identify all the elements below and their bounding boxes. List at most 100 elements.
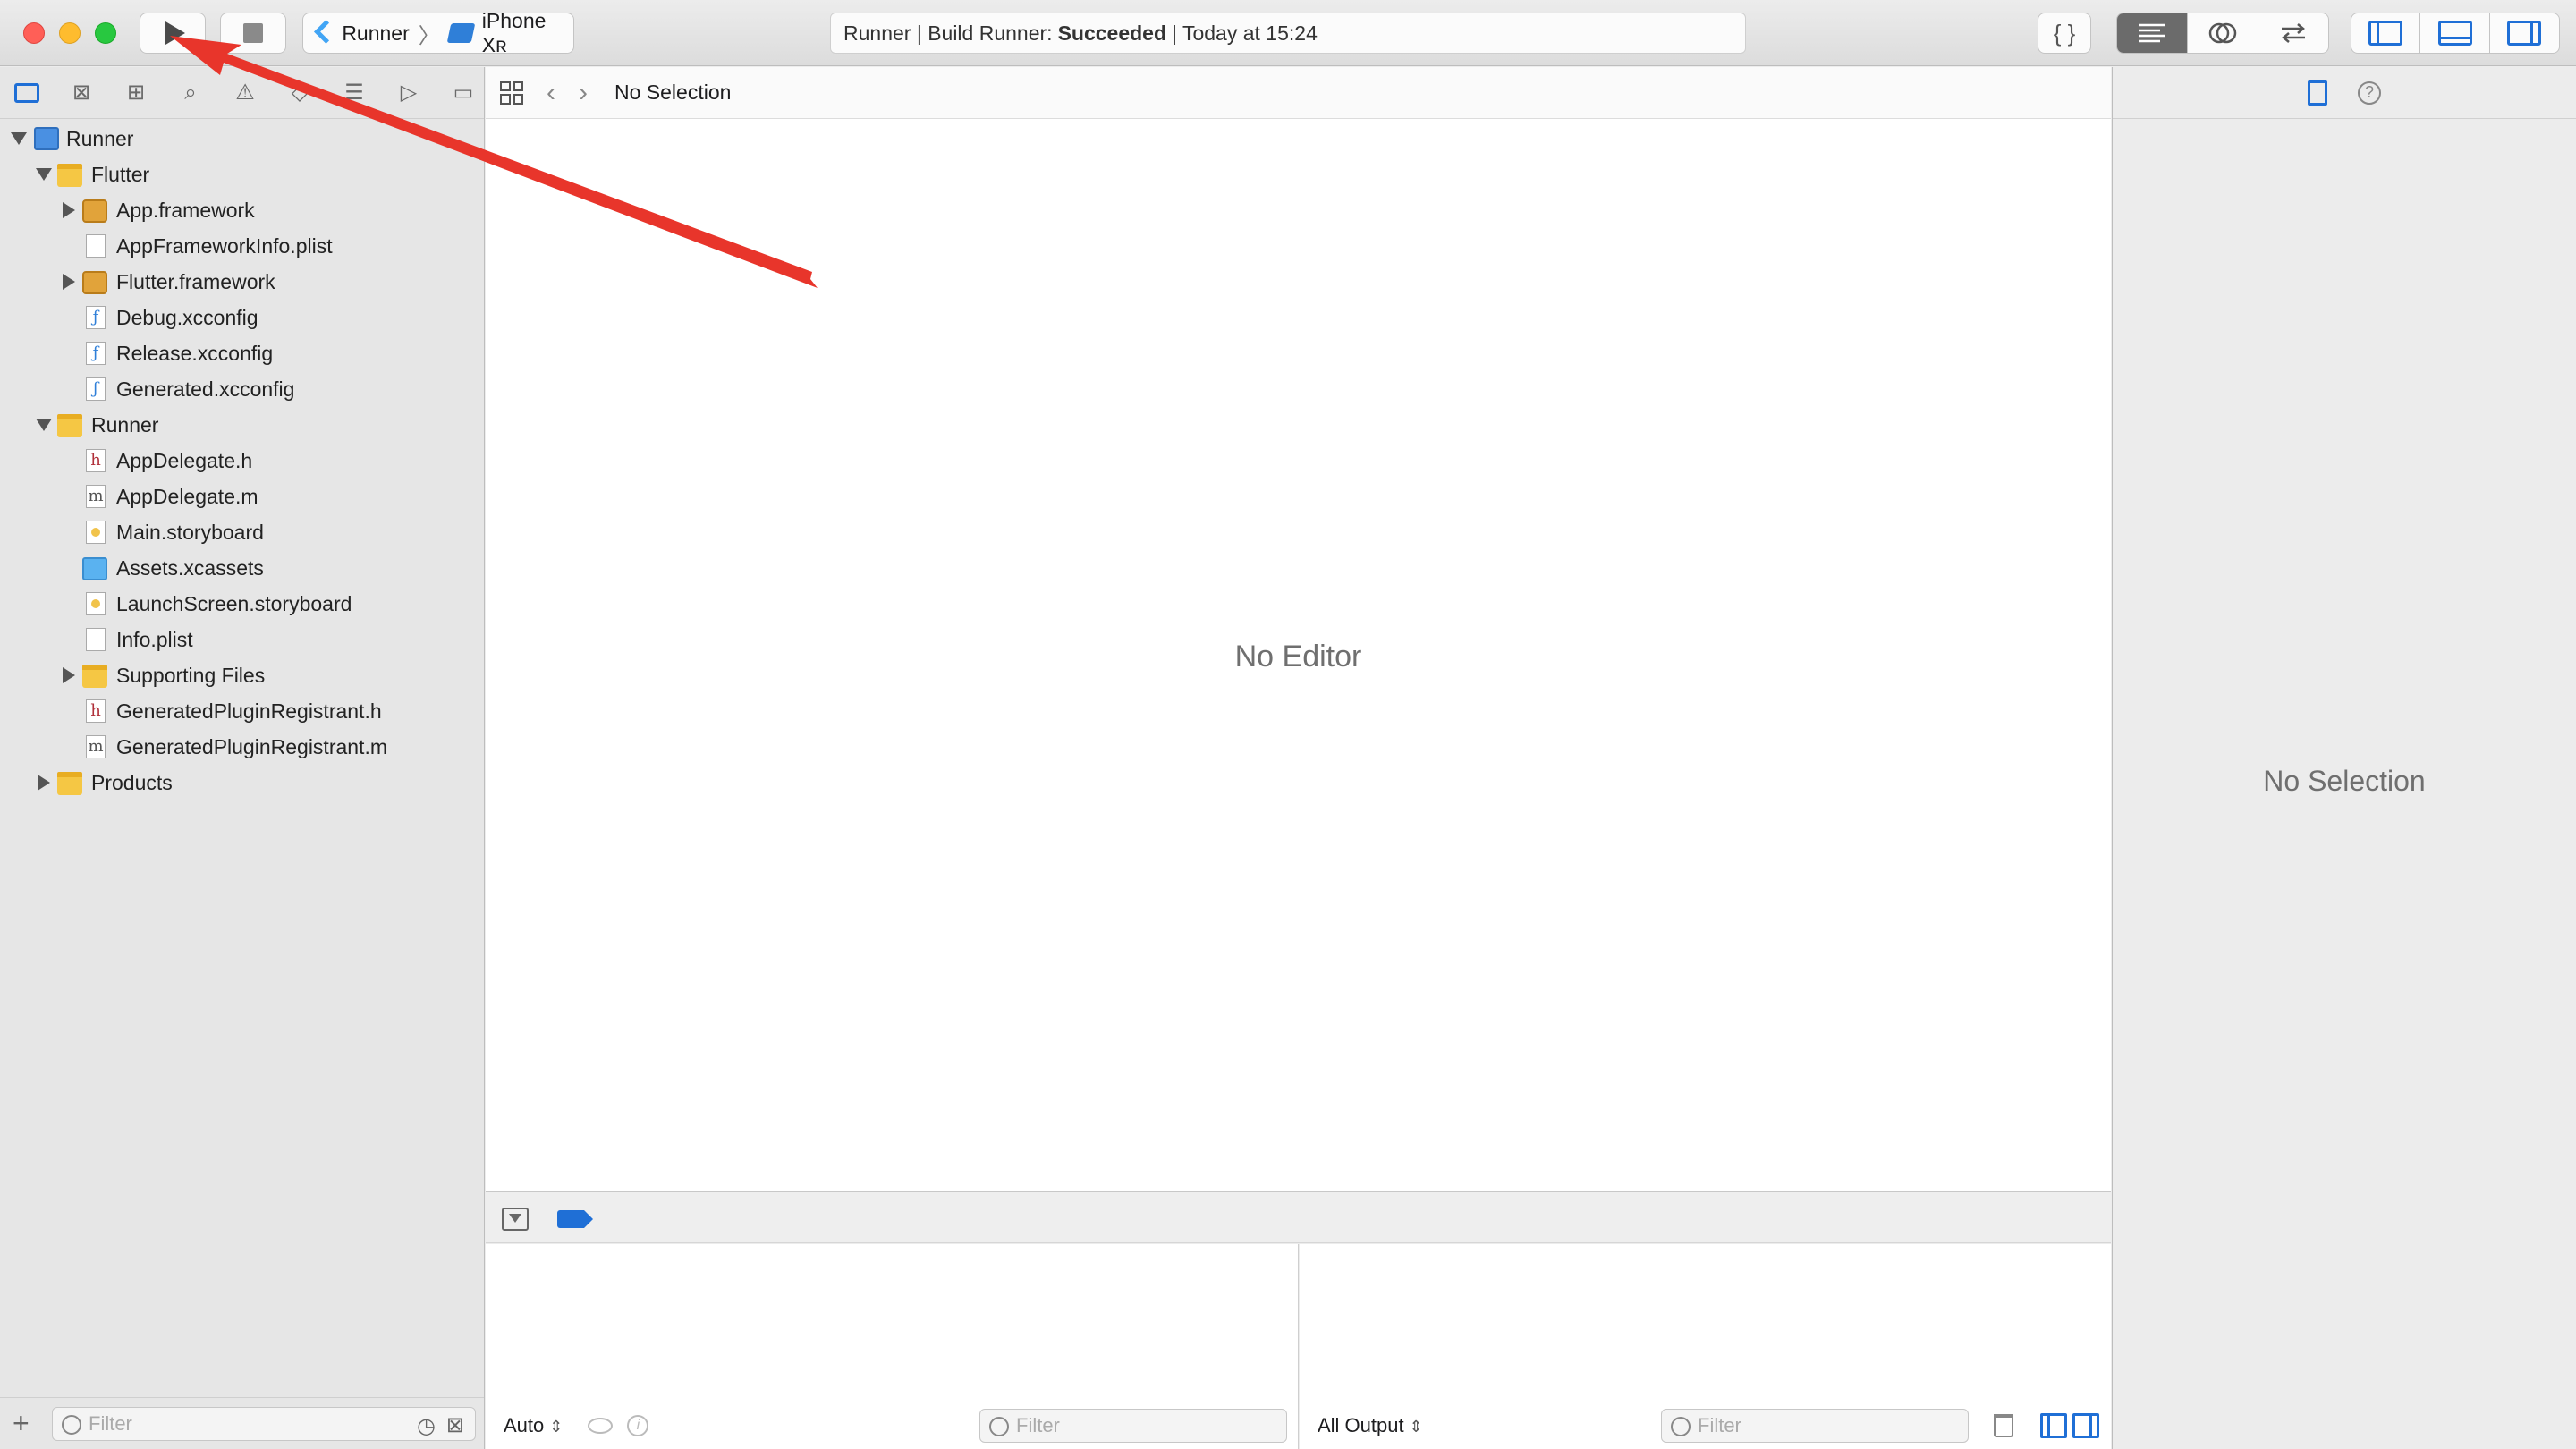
storyboard-icon [86,592,106,615]
tree-row-launchscreen-storyboard[interactable]: LaunchScreen.storyboard [0,586,484,622]
tree-row-release-xcconfig[interactable]: ƒ Release.xcconfig [0,335,484,371]
plist-icon [86,234,106,258]
report-navigator-tab[interactable]: ▭ [449,79,478,107]
diamond-icon: ◇ [291,80,309,105]
tree-row-label: AppFrameworkInfo.plist [116,233,333,258]
toggle-debug-area-button[interactable] [2420,13,2490,53]
tree-row-generatedpluginregistrant-h[interactable]: h GeneratedPluginRegistrant.h [0,693,484,729]
console-footer: All Output ⇕ Filter [1300,1402,2111,1449]
variables-view: Auto ⇕ i Filter [486,1244,1299,1449]
tree-row-label: Products [91,770,173,794]
tree-row-runner-group[interactable]: Runner [0,407,484,443]
tree-row-appdelegate-m[interactable]: m AppDelegate.m [0,479,484,514]
console-output-label: All Output [1318,1414,1404,1436]
tree-row-label: GeneratedPluginRegistrant.h [116,699,382,723]
toggle-inspector-button[interactable] [2490,13,2559,53]
list-icon: ☰ [344,80,364,105]
console-output-popup[interactable]: All Output ⇕ [1318,1414,1423,1437]
tree-row-main-storyboard[interactable]: Main.storyboard [0,514,484,550]
show-console-view-icon[interactable] [2072,1413,2099,1438]
disclosure-closed-icon[interactable] [38,775,50,791]
debug-navigator-tab[interactable]: ☰ [340,79,369,107]
disclosure-closed-icon[interactable] [63,667,75,683]
tree-row-supporting-files[interactable]: Supporting Files [0,657,484,693]
tree-row-generatedpluginregistrant-m[interactable]: m GeneratedPluginRegistrant.m [0,729,484,765]
close-window-button[interactable] [23,22,45,44]
issue-navigator-tab[interactable]: ⚠ [231,79,259,107]
updown-chevron-icon: ⇕ [549,1418,564,1436]
jump-bar-path: No Selection [614,80,732,104]
activity-status: Succeeded [1057,21,1167,45]
assistant-editor-button[interactable] [2188,13,2258,53]
tree-row-info-plist[interactable]: Info.plist [0,622,484,657]
tree-row-label: Main.storyboard [116,520,264,544]
navigator-filter-input[interactable]: Filter ◷ ⊠ [52,1406,476,1441]
info-icon[interactable]: i [627,1415,649,1436]
disclosure-closed-icon[interactable] [63,274,75,290]
intersecting-circles-icon [2208,22,2237,44]
version-editor-button[interactable] [2258,13,2328,53]
storyboard-icon [86,521,106,544]
hide-debug-area-button[interactable] [502,1208,529,1231]
breakpoints-toggle-icon[interactable] [557,1210,593,1228]
folder-icon [57,414,82,437]
filter-placeholder: Filter [1016,1414,1060,1436]
filter-icon [1671,1417,1690,1436]
fullscreen-window-button[interactable] [95,22,116,44]
show-variables-view-icon[interactable] [2040,1413,2067,1438]
disclosure-open-icon[interactable] [36,419,52,431]
filter-placeholder: Filter [89,1411,132,1435]
chevron-left-icon[interactable]: ‹ [547,78,555,108]
trash-icon[interactable] [1994,1414,2013,1437]
tree-row-assets-xcassets[interactable]: Assets.xcassets [0,550,484,586]
tree-row-app-framework[interactable]: App.framework [0,192,484,228]
source-control-navigator-tab[interactable]: ⊠ [67,79,96,107]
tree-row-products-group[interactable]: Products [0,765,484,801]
navigator-tabs: ⊠ ⊞ ⌕ ⚠ ◇ ☰ ▷ ▭ [0,67,484,119]
folder-icon [14,82,39,103]
add-file-button[interactable]: + [13,1407,39,1440]
minimize-window-button[interactable] [59,22,80,44]
run-button[interactable] [140,13,206,54]
console-filter-input[interactable]: Filter [1661,1409,1969,1443]
standard-editor-button[interactable] [2117,13,2189,53]
activity-viewer: Runner | Build Runner: Succeeded | Today… [830,13,1746,54]
symbol-navigator-tab[interactable]: ⊞ [122,79,150,107]
variables-filter-input[interactable]: Filter [979,1409,1287,1443]
toggle-navigator-button[interactable] [2351,13,2421,53]
pane-visibility-control [2351,13,2560,54]
source-control-filter-icon[interactable]: ⊠ [446,1412,464,1438]
related-items-icon[interactable] [500,80,523,105]
device-icon [446,23,476,43]
breakpoint-icon: ▷ [400,80,418,105]
right-pane-icon [2507,21,2542,46]
tree-row-appdelegate-h[interactable]: h AppDelegate.h [0,443,484,479]
plist-icon [86,628,106,651]
breakpoint-navigator-tab[interactable]: ▷ [394,79,423,107]
project-navigator-tab[interactable] [13,79,41,107]
bottom-pane-icon [2437,21,2472,46]
eye-icon[interactable] [588,1418,614,1434]
scheme-selector[interactable]: Runner 〉 iPhone Xʀ [302,9,574,56]
variables-scope-popup[interactable]: Auto ⇕ [504,1414,563,1437]
tree-row-runner-project[interactable]: Runner [0,121,484,157]
tree-row-flutter-framework[interactable]: Flutter.framework [0,264,484,300]
tree-row-appframeworkinfo-plist[interactable]: AppFrameworkInfo.plist [0,228,484,264]
disclosure-closed-icon[interactable] [63,202,75,218]
find-navigator-tab[interactable]: ⌕ [176,79,205,107]
code-review-toggle[interactable]: { } [2038,13,2091,54]
chevron-right-icon[interactable]: › [579,78,588,108]
filter-icon [62,1414,81,1435]
stop-button[interactable] [220,13,286,54]
file-inspector-icon[interactable] [2308,80,2327,106]
tree-row-debug-xcconfig[interactable]: ƒ Debug.xcconfig [0,300,484,335]
disclosure-open-icon[interactable] [36,168,52,181]
tree-row-generated-xcconfig[interactable]: ƒ Generated.xcconfig [0,371,484,407]
quick-help-icon[interactable]: ? [2358,80,2381,105]
tree-row-label: Runner [91,412,159,436]
recent-files-icon[interactable]: ◷ [417,1413,436,1439]
disclosure-open-icon[interactable] [11,132,27,145]
test-navigator-tab[interactable]: ◇ [285,79,314,107]
inspector-pane: ? No Selection [2112,67,2576,1449]
tree-row-flutter-group[interactable]: Flutter [0,157,484,192]
